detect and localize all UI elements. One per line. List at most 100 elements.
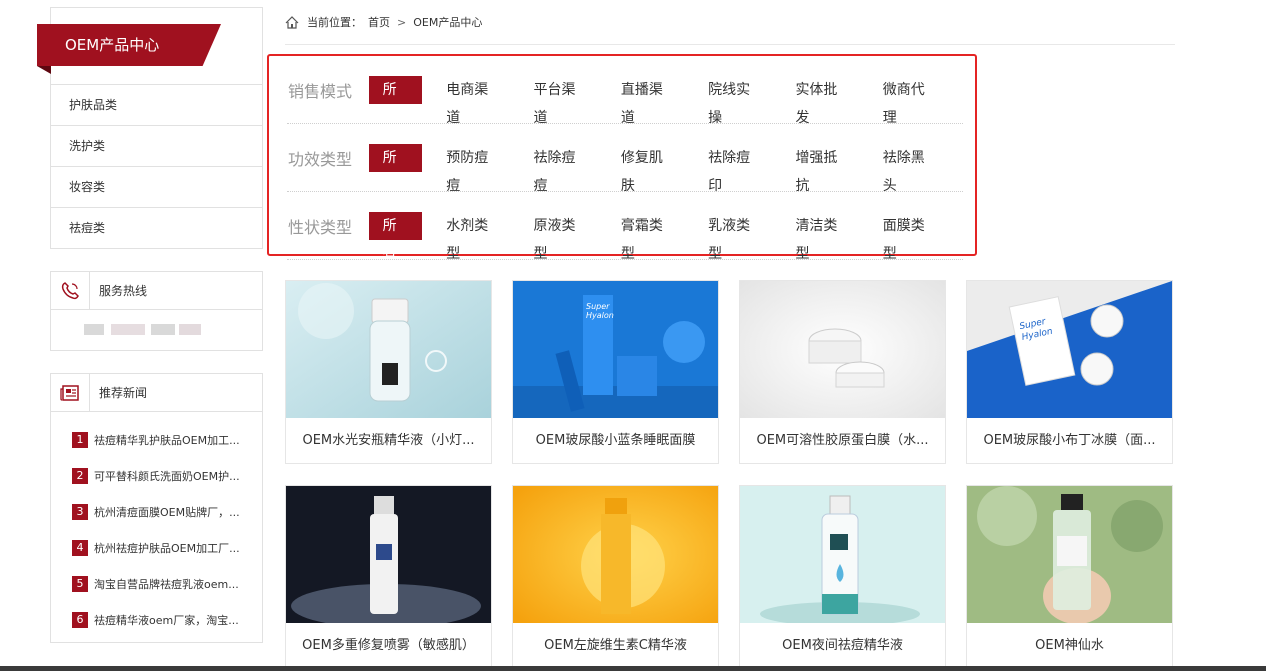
product-image: Super Hyalon (513, 281, 718, 418)
product-title[interactable]: OEM玻尿酸小蓝条睡眠面膜 (513, 418, 718, 463)
brand-text: Super (586, 302, 610, 311)
product-image (513, 486, 718, 623)
news-item[interactable]: 4 杭州祛痘护肤品OEM加工厂... (51, 530, 262, 566)
news-list: 1 祛痘精华乳护肤品OEM加工... 2 可平替科颜氏洗面奶OEM护... 3 杭州清… (51, 412, 262, 642)
product-title[interactable]: OEM左旋维生素C精华液 (513, 623, 718, 668)
news-link[interactable]: 杭州祛痘护肤品OEM加工厂... (94, 540, 240, 556)
filter-option[interactable]: 修复肌肤 (610, 144, 683, 194)
filter-option[interactable]: 膏霜类型 (610, 212, 683, 262)
hotline-title: 服务热线 (99, 284, 148, 298)
news-rank: 4 (72, 540, 88, 556)
news-link[interactable]: 淘宝自营品牌祛痘乳液oem... (94, 576, 239, 592)
filter-option[interactable]: 增强抵抗 (784, 144, 857, 194)
product-title[interactable]: OEM多重修复喷雾（敏感肌） (286, 623, 491, 668)
filter-option[interactable]: 水剂类型 (435, 212, 508, 262)
breadcrumb-label: 当前位置： (307, 16, 362, 29)
news-rank: 1 (72, 432, 88, 448)
product-card[interactable]: Super Hyalon OEM玻尿酸小蓝条睡眠面膜 (512, 280, 719, 464)
news-link[interactable]: 祛痘精华乳护肤品OEM加工... (94, 432, 240, 448)
category-item-wash[interactable]: 洗护类 (51, 125, 262, 166)
news-title: 推荐新闻 (99, 386, 148, 400)
product-title[interactable]: OEM可溶性胶原蛋白膜（水... (740, 418, 945, 463)
filter-option[interactable]: 预防痘痘 (435, 144, 508, 194)
product-image (286, 281, 491, 418)
filter-option[interactable]: 清洁类型 (784, 212, 857, 262)
news-item[interactable]: 6 祛痘精华液oem厂家，淘宝... (51, 602, 262, 638)
news-rank: 2 (72, 468, 88, 484)
filter-option[interactable]: 原液类型 (523, 212, 596, 262)
product-title[interactable]: OEM玻尿酸小布丁冰膜（面... (967, 418, 1172, 463)
product-image (740, 486, 945, 623)
news-link[interactable]: 可平替科颜氏洗面奶OEM护... (94, 468, 240, 484)
product-card[interactable]: Super Hyalon OEM玻尿酸小布丁冰膜（面... (966, 280, 1173, 464)
news-link[interactable]: 杭州清痘面膜OEM贴牌厂，... (94, 504, 240, 520)
product-card[interactable]: OEM可溶性胶原蛋白膜（水... (739, 280, 946, 464)
category-box: OEM产品中心 护肤品类 洗护类 妆容类 祛痘类 (37, 7, 263, 249)
filter-option[interactable]: 微商代理 (872, 76, 945, 126)
home-icon (285, 15, 299, 29)
filter-option[interactable]: 实体批发 (784, 76, 857, 126)
breadcrumb: 当前位置： 首页 > OEM产品中心 (285, 0, 1175, 45)
product-card[interactable]: OEM多重修复喷雾（敏感肌） (285, 485, 492, 669)
filter-option[interactable]: 直播渠道 (610, 76, 683, 126)
breadcrumb-separator: > (397, 15, 407, 29)
news-item[interactable]: 2 可平替科颜氏洗面奶OEM护... (51, 458, 262, 494)
phone-icon (51, 272, 90, 309)
ribbon-fold (37, 66, 51, 74)
filter-label: 销售模式 (288, 82, 353, 101)
product-card[interactable]: OEM神仙水 (966, 485, 1173, 669)
category-title[interactable]: OEM产品中心 (37, 24, 221, 66)
breadcrumb-home[interactable]: 首页 (368, 14, 390, 30)
product-image: Super Hyalon (967, 281, 1172, 418)
news-panel: 推荐新闻 1 祛痘精华乳护肤品OEM加工... 2 可平替科颜氏洗面奶OEM护...… (50, 373, 263, 643)
filter-option[interactable]: 面膜类型 (872, 212, 945, 262)
news-item[interactable]: 1 祛痘精华乳护肤品OEM加工... (51, 422, 262, 458)
news-link[interactable]: 祛痘精华液oem厂家，淘宝... (94, 612, 239, 628)
filter-panel: 销售模式 所有 电商渠道 平台渠道 直播渠道 院线实操 实体批发 微商代理 功效… (267, 54, 977, 262)
category-item-skincare[interactable]: 护肤品类 (51, 84, 262, 125)
filter-row-effect-type: 功效类型 所有 预防痘痘 祛除痘痘 修复肌肤 祛除痘印 增强抵抗 祛除黑头 (269, 124, 963, 194)
main-content: 当前位置： 首页 > OEM产品中心 销售模式 所有 电商渠道 平台渠道 直播渠… (267, 0, 1175, 669)
news-rank: 6 (72, 612, 88, 628)
filter-option[interactable]: 祛除黑头 (872, 144, 945, 194)
filter-option[interactable]: 祛除痘印 (697, 144, 770, 194)
news-item[interactable]: 3 杭州清痘面膜OEM贴牌厂，... (51, 494, 262, 530)
product-card[interactable]: OEM左旋维生素C精华液 (512, 485, 719, 669)
product-image (286, 486, 491, 623)
product-card[interactable]: OEM夜间祛痘精华液 (739, 485, 946, 669)
news-rank: 5 (72, 576, 88, 592)
news-header: 推荐新闻 (51, 374, 262, 412)
breadcrumb-current[interactable]: OEM产品中心 (413, 14, 482, 30)
divider (287, 259, 963, 260)
filter-row-texture-type: 性状类型 所有 水剂类型 原液类型 膏霜类型 乳液类型 清洁类型 面膜类型 (269, 192, 963, 262)
news-rank: 3 (72, 504, 88, 520)
product-title[interactable]: OEM夜间祛痘精华液 (740, 623, 945, 668)
hotline-panel: 服务热线 (50, 271, 263, 351)
filter-option-active[interactable]: 所有 (368, 144, 423, 194)
newspaper-icon (51, 374, 90, 411)
filter-option[interactable]: 平台渠道 (523, 76, 596, 126)
news-item[interactable]: 5 淘宝自营品牌祛痘乳液oem... (51, 566, 262, 602)
filter-label: 功效类型 (288, 150, 353, 169)
product-title[interactable]: OEM水光安瓶精华液（小灯... (286, 418, 491, 463)
filter-option[interactable]: 祛除痘痘 (523, 144, 596, 194)
hotline-number-blurred (51, 310, 262, 350)
filter-option-active[interactable]: 所有 (368, 76, 423, 126)
category-header: OEM产品中心 (37, 8, 262, 84)
category-item-makeup[interactable]: 妆容类 (51, 166, 262, 207)
hotline-header: 服务热线 (51, 272, 262, 310)
sidebar: OEM产品中心 护肤品类 洗护类 妆容类 祛痘类 服务热线 推荐新闻 1 祛痘精… (37, 7, 263, 643)
filter-option[interactable]: 院线实操 (697, 76, 770, 126)
filter-label: 性状类型 (288, 218, 353, 237)
filter-option-active[interactable]: 所有 (368, 212, 423, 262)
page-bottom-bar (0, 666, 1266, 671)
filter-option[interactable]: 乳液类型 (697, 212, 770, 262)
filter-option[interactable]: 电商渠道 (435, 76, 508, 126)
filter-row-sales-mode: 销售模式 所有 电商渠道 平台渠道 直播渠道 院线实操 实体批发 微商代理 (269, 56, 963, 126)
category-item-acne[interactable]: 祛痘类 (51, 207, 262, 248)
product-card[interactable]: OEM水光安瓶精华液（小灯... (285, 280, 492, 464)
product-image (740, 281, 945, 418)
product-image (967, 486, 1172, 623)
product-title[interactable]: OEM神仙水 (967, 623, 1172, 668)
brand-text: Hyalon (586, 311, 614, 320)
